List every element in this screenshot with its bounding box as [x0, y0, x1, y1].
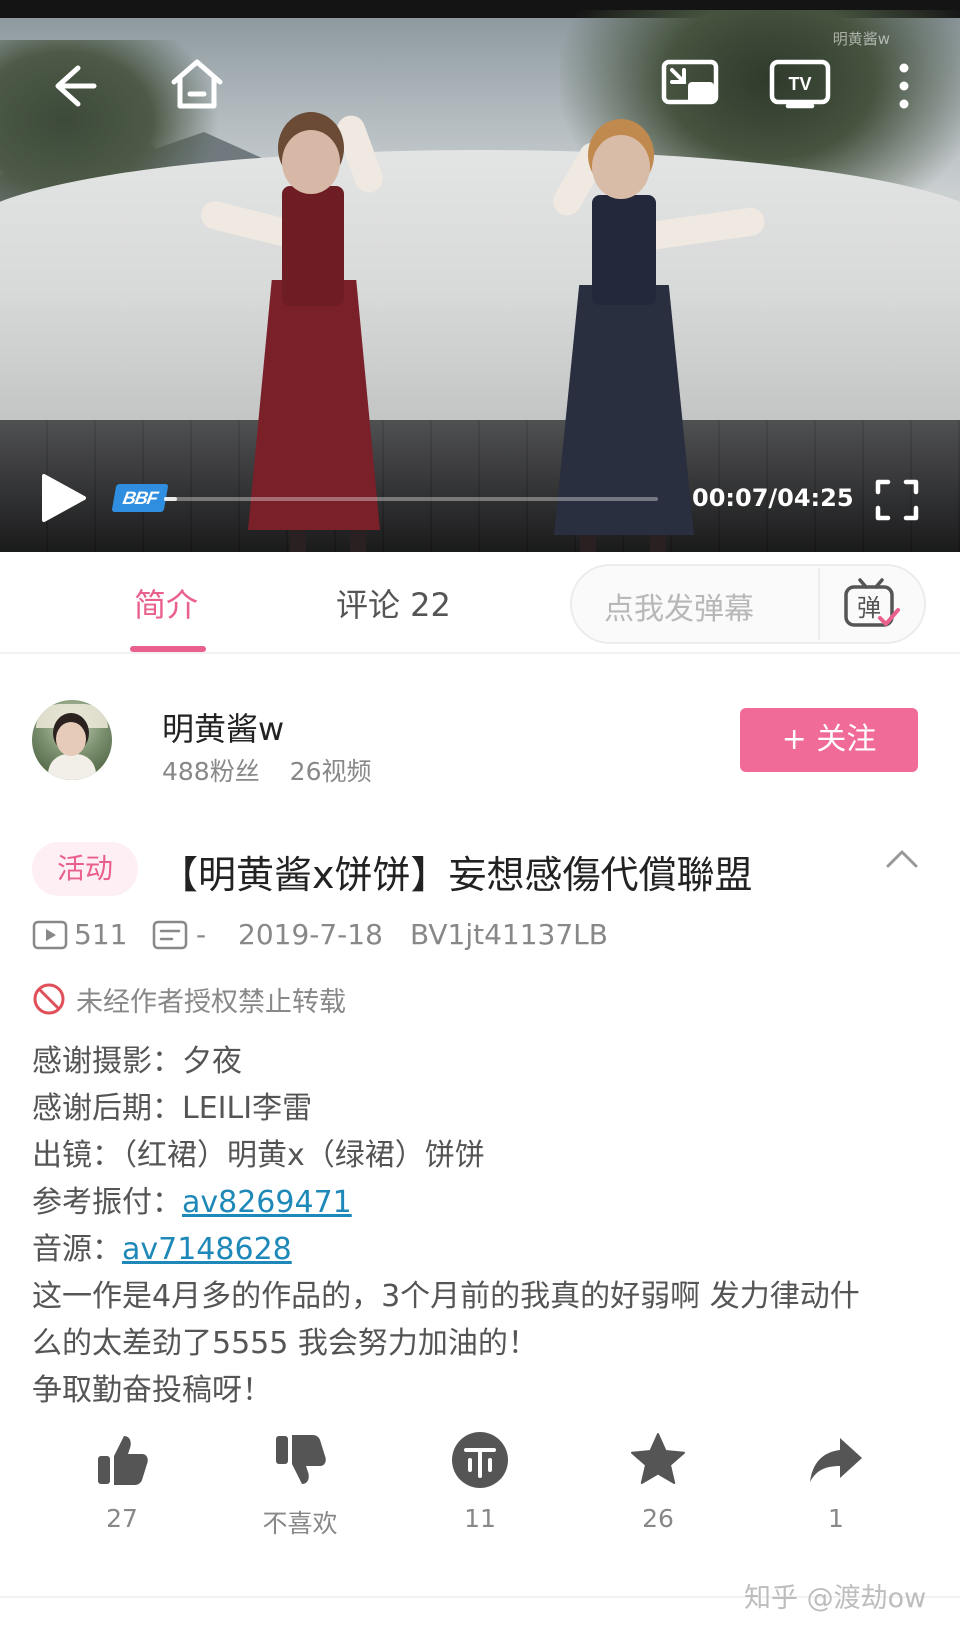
uploader-avatar[interactable]	[32, 700, 112, 780]
thumbs-up-icon	[98, 1436, 148, 1485]
picture-in-picture-icon[interactable]	[660, 58, 720, 110]
desc-ref-label: 参考振付：	[32, 1185, 182, 1220]
music-av-link[interactable]: av7148628	[122, 1232, 292, 1267]
dislike-button[interactable]: 不喜欢	[230, 1430, 370, 1540]
prohibited-icon	[33, 983, 65, 1015]
playback-time: 00:07/04:25	[692, 484, 854, 512]
back-arrow-icon[interactable]	[44, 58, 100, 114]
desc-music: 音源：av7148628	[32, 1226, 932, 1273]
home-icon[interactable]	[168, 54, 226, 114]
bbf-logo: BBF	[111, 484, 169, 512]
video-player[interactable]: 明黄酱w TV BBF 00:07/04:25	[0, 0, 960, 552]
desc-text-2: 么的太差劲了5555 我会努力加油的！	[32, 1326, 538, 1361]
desc-photo: 感谢摄影：夕夜	[32, 1044, 242, 1079]
desc-music-label: 音源：	[32, 1232, 122, 1267]
play-icon[interactable]	[38, 470, 90, 526]
desc-text-3: 争取勤奋投稿呀！	[32, 1373, 272, 1408]
bv-id: BV1jt41137LB	[410, 918, 608, 951]
activity-tag[interactable]: 活动	[32, 842, 138, 896]
dancer-red-dress	[190, 111, 430, 552]
fullscreen-icon[interactable]	[874, 478, 920, 522]
dislike-label: 不喜欢	[262, 1509, 338, 1538]
more-vertical-icon[interactable]	[890, 58, 918, 114]
like-count: 27	[106, 1504, 138, 1533]
danmaku-divider	[818, 568, 820, 640]
coin-button[interactable]: 11	[410, 1430, 550, 1533]
coin-count: 11	[464, 1504, 496, 1533]
uploader-fans: 488粉丝	[162, 757, 260, 786]
share-arrow-icon	[810, 1438, 862, 1482]
dancer-dark-dress	[540, 125, 780, 552]
uploader-name[interactable]: 明黄酱w	[162, 704, 284, 750]
danmaku-toggle-icon[interactable]: 弹	[840, 574, 902, 632]
share-count: 1	[828, 1504, 844, 1533]
danmaku-icon-char: 弹	[857, 594, 881, 622]
coin-icon	[452, 1432, 508, 1488]
progress-bar-fill	[164, 497, 178, 501]
desc-text-1: 这一作是4月多的作品的，3个月前的我真的好弱啊 发力律动什	[32, 1279, 860, 1314]
svg-text:TV: TV	[788, 74, 811, 94]
like-button[interactable]: 27	[52, 1430, 192, 1533]
uploader-stats: 488粉丝 26视频	[162, 752, 393, 788]
video-scene-wall	[0, 150, 960, 430]
play-count: 511	[74, 918, 128, 951]
zhihu-watermark: 知乎 @渡劫ow	[744, 1583, 927, 1614]
tab-intro[interactable]: 简介	[134, 580, 198, 626]
video-description: 感谢摄影：夕夜 感谢后期：LEILI李雷 出镜：（红裙）明黄x（绿裙）饼饼 参考…	[32, 1038, 932, 1414]
action-bar: 27 不喜欢 11 26 1	[0, 1430, 960, 1560]
thumbs-down-icon	[276, 1435, 326, 1484]
favorite-count: 26	[642, 1504, 674, 1533]
video-title: 【明黄酱x饼饼】妄想感傷代償聯盟	[160, 853, 753, 897]
tab-active-indicator	[130, 646, 206, 652]
share-button[interactable]: 1	[766, 1430, 906, 1533]
follow-button[interactable]: + 关注	[740, 708, 918, 772]
copyright-text: 未经作者授权禁止转载	[76, 987, 346, 1018]
desc-post: 感谢后期：LEILI李雷	[32, 1091, 313, 1126]
danmaku-placeholder[interactable]: 点我发弹幕	[604, 584, 754, 628]
uploader-videos: 26视频	[289, 757, 372, 786]
progress-bar[interactable]	[164, 497, 658, 501]
ref-av-link[interactable]: av8269471	[182, 1185, 352, 1220]
play-count-icon	[32, 920, 68, 950]
desc-ref: 参考振付：av8269471	[32, 1179, 932, 1226]
danmaku-count: -	[196, 918, 207, 951]
favorite-button[interactable]: 26	[588, 1430, 728, 1533]
tv-cast-icon[interactable]: TV	[768, 56, 832, 112]
star-icon	[631, 1433, 685, 1484]
publish-date: 2019-7-18	[238, 918, 383, 951]
video-watermark: 明黄酱w	[832, 30, 890, 48]
danmaku-count-icon	[152, 920, 188, 950]
tab-comments[interactable]: 评论 22	[336, 580, 451, 626]
chevron-up-icon[interactable]	[884, 846, 920, 870]
desc-cast: 出镜：（红裙）明黄x（绿裙）饼饼	[32, 1138, 485, 1173]
